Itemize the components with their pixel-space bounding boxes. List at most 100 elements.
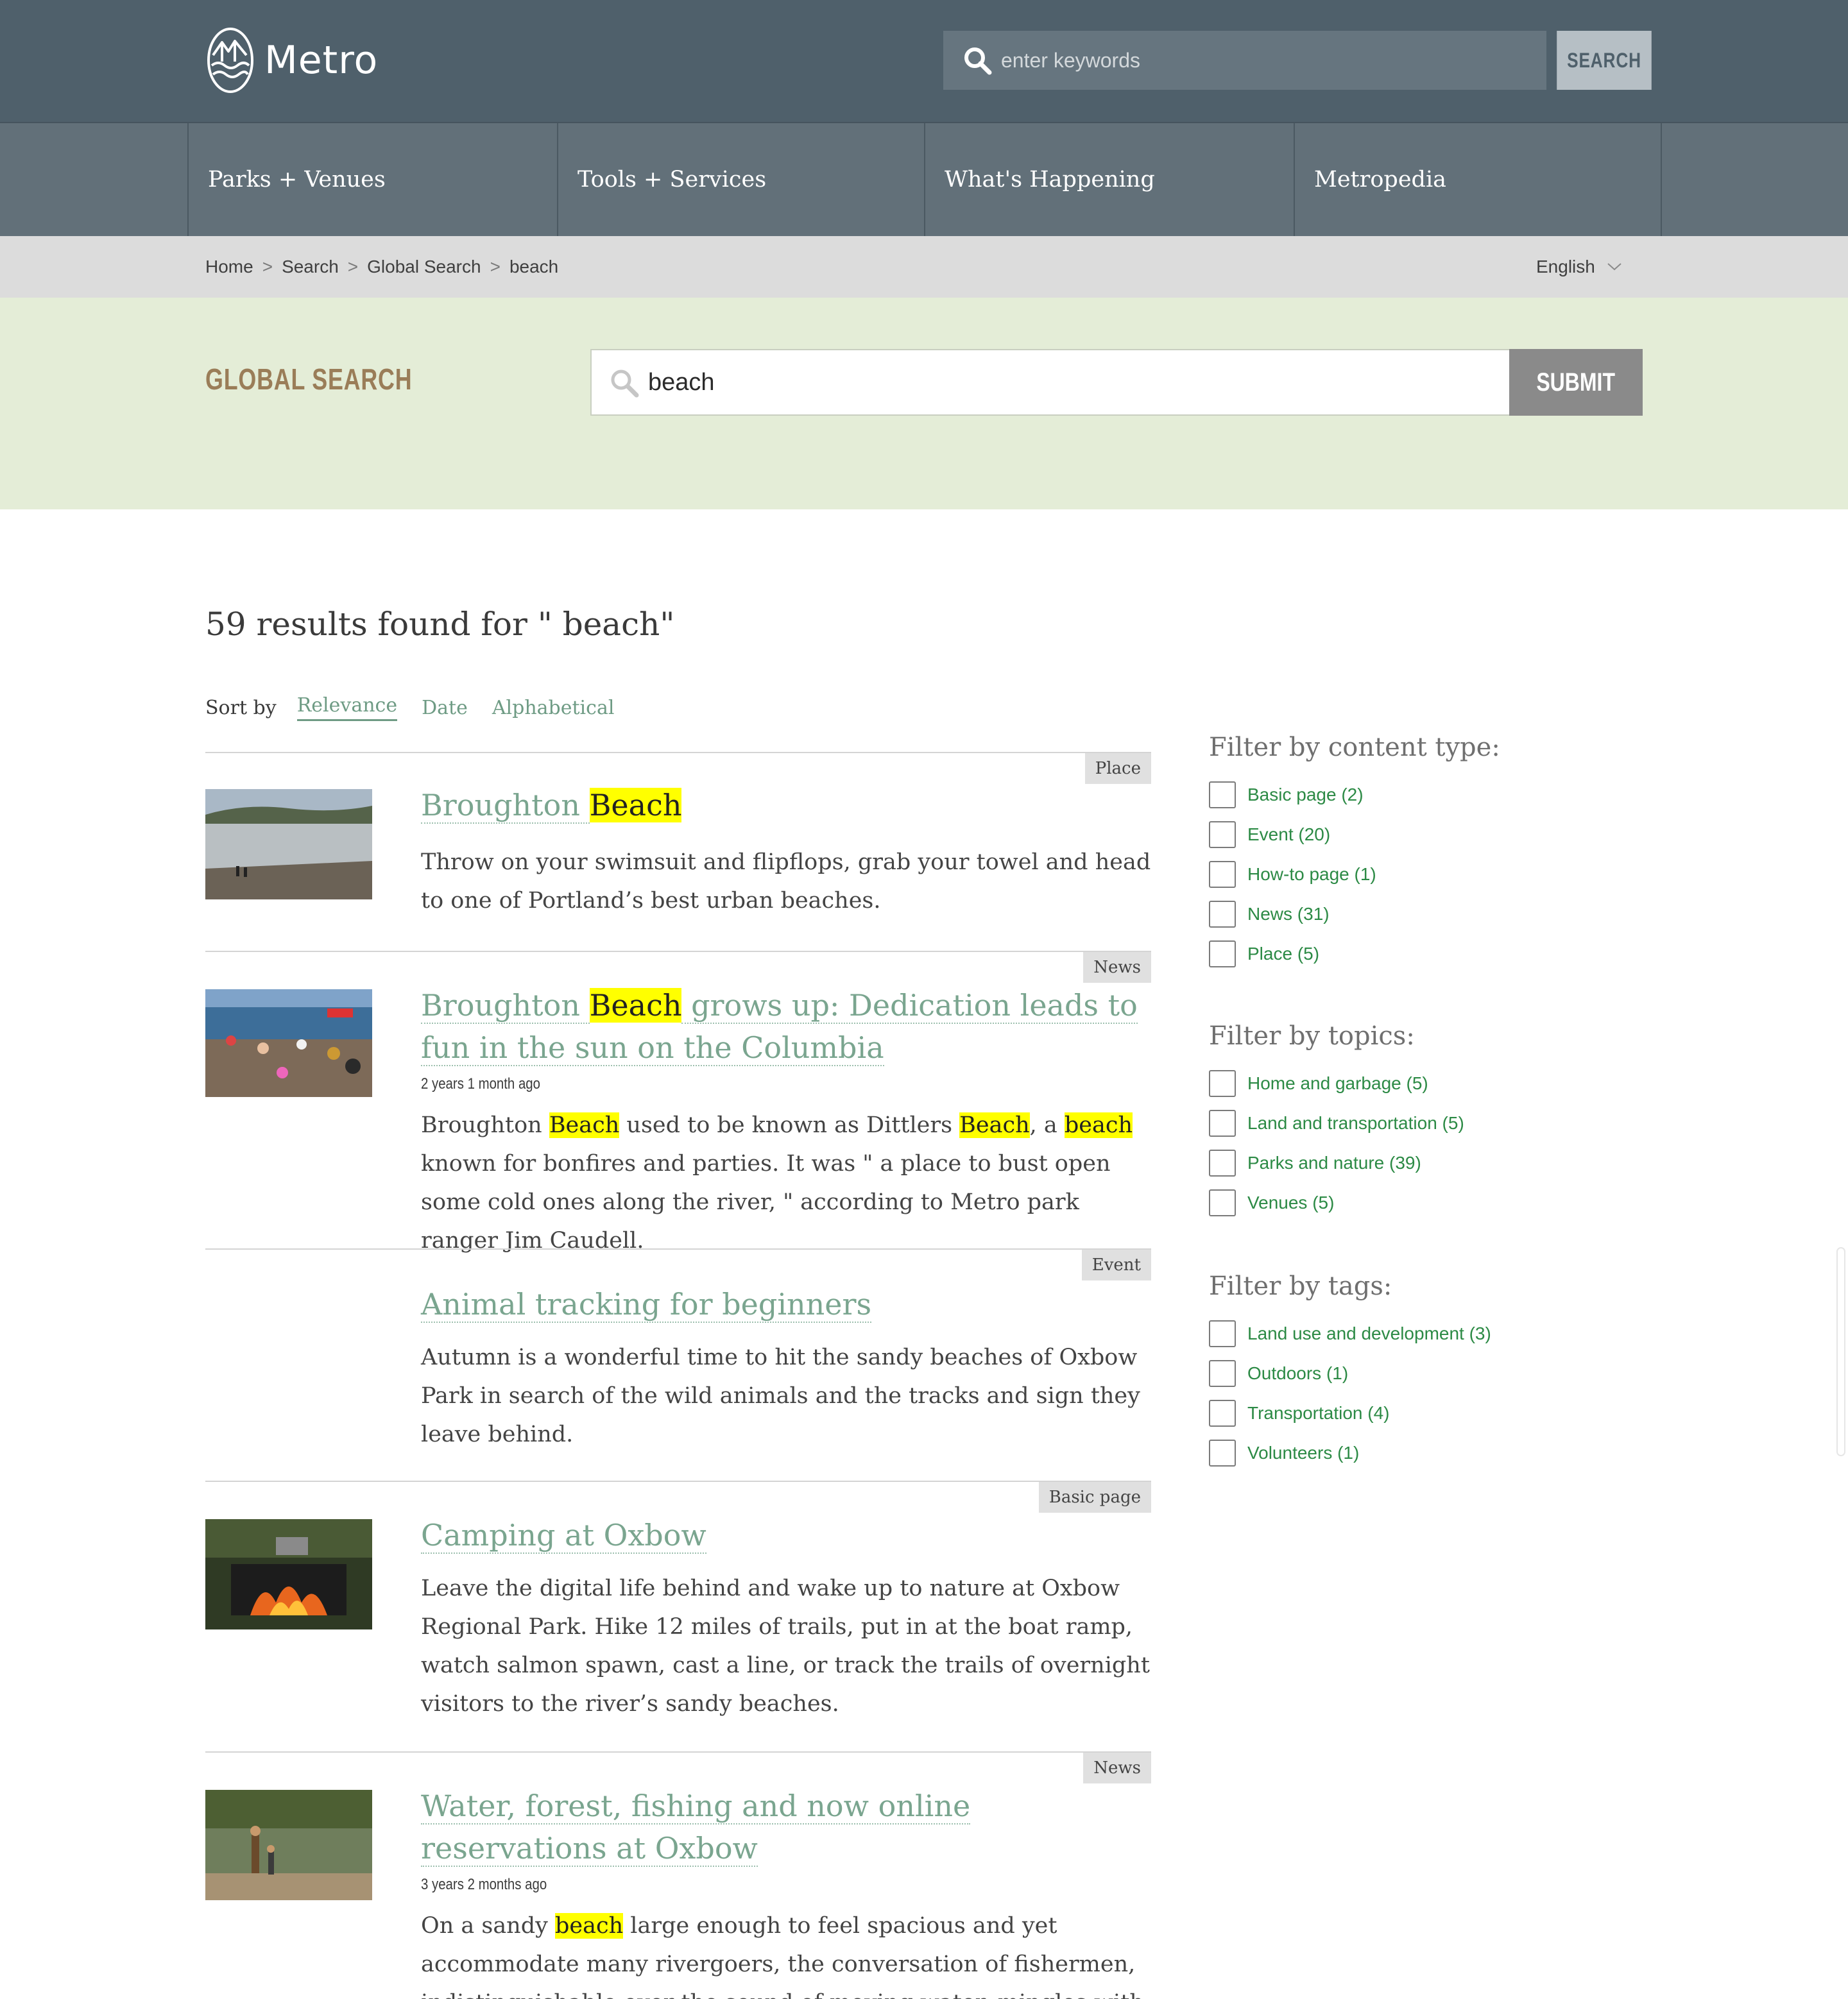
result-thumbnail[interactable] bbox=[205, 989, 372, 1097]
global-search-panel: GLOBAL SEARCH SUBMIT bbox=[0, 298, 1848, 509]
filter-label: News (31) bbox=[1247, 904, 1330, 924]
global-search-field[interactable] bbox=[590, 349, 1510, 416]
search-highlight: Beach bbox=[959, 1112, 1030, 1138]
result-date: 2 years 1 month ago bbox=[421, 1075, 540, 1093]
scrollbar[interactable] bbox=[1836, 1247, 1845, 1456]
sort-alphabetical[interactable]: Alphabetical bbox=[492, 697, 615, 719]
filter-venues[interactable]: Venues (5) bbox=[1209, 1189, 1334, 1216]
result-title-text: Camping at Oxbow bbox=[421, 1518, 706, 1554]
submit-button[interactable]: SUBMIT bbox=[1509, 349, 1643, 416]
checkbox[interactable] bbox=[1209, 1189, 1236, 1216]
breadcrumb-search[interactable]: Search bbox=[282, 257, 339, 277]
result-title[interactable]: Broughton Beach bbox=[421, 784, 1146, 826]
nav-item-whats-happening[interactable]: What's Happening bbox=[924, 123, 1294, 236]
search-highlight: Beach bbox=[589, 788, 682, 822]
breadcrumb: Home > Search > Global Search > beach bbox=[205, 236, 558, 298]
result-title-text: Water, forest, fishing and now online re… bbox=[421, 1789, 971, 1867]
checkbox[interactable] bbox=[1209, 821, 1236, 848]
content-type-badge: News bbox=[1083, 952, 1151, 983]
breadcrumb-global-search[interactable]: Global Search bbox=[367, 257, 481, 277]
sort-label: Sort by bbox=[205, 696, 277, 719]
site-header: Metro SEARCH bbox=[0, 0, 1848, 122]
checkbox[interactable] bbox=[1209, 1110, 1236, 1137]
filter-tags-heading: Filter by tags: bbox=[1209, 1272, 1392, 1301]
main-navigation: Parks + Venues Tools + Services What's H… bbox=[0, 122, 1848, 236]
result-item: Basic page Camping at Oxbow Leave the di… bbox=[205, 1481, 1151, 1751]
result-description: On a sandy beach large enough to feel sp… bbox=[421, 1907, 1152, 1999]
global-search-input[interactable] bbox=[648, 368, 1482, 396]
sort-controls: Sort by Relevance Date Alphabetical bbox=[205, 694, 638, 721]
checkbox[interactable] bbox=[1209, 1150, 1236, 1177]
filter-transportation[interactable]: Transportation (4) bbox=[1209, 1400, 1390, 1427]
filter-place[interactable]: Place (5) bbox=[1209, 940, 1319, 967]
filter-land-use[interactable]: Land use and development (3) bbox=[1209, 1320, 1491, 1347]
checkbox[interactable] bbox=[1209, 861, 1236, 888]
result-title[interactable]: Water, forest, fishing and now online re… bbox=[421, 1785, 1146, 1869]
result-description: Leave the digital life behind and wake u… bbox=[421, 1576, 1150, 1717]
submit-button-label: SUBMIT bbox=[1536, 368, 1616, 396]
breadcrumb-home[interactable]: Home bbox=[205, 257, 253, 277]
nav-item-label: Metropedia bbox=[1314, 167, 1447, 192]
nav-item-label: What's Happening bbox=[945, 167, 1155, 192]
result-thumbnail[interactable] bbox=[205, 789, 372, 899]
filter-label: Parks and nature (39) bbox=[1247, 1153, 1421, 1173]
filter-label: How-to page (1) bbox=[1247, 864, 1376, 884]
sort-relevance[interactable]: Relevance bbox=[296, 694, 398, 721]
search-highlight: beach bbox=[555, 1913, 624, 1939]
language-selector[interactable]: English bbox=[1536, 236, 1622, 298]
checkbox[interactable] bbox=[1209, 1320, 1236, 1347]
header-search-button[interactable]: SEARCH bbox=[1557, 31, 1652, 90]
sort-date[interactable]: Date bbox=[422, 697, 468, 719]
filter-basic-page[interactable]: Basic page (2) bbox=[1209, 781, 1364, 808]
result-description: Broughton Beach used to be known as Ditt… bbox=[421, 1106, 1152, 1260]
logo-text: Metro bbox=[264, 38, 379, 83]
chevron-down-icon bbox=[1607, 263, 1621, 271]
content-type-badge: Event bbox=[1081, 1250, 1151, 1281]
result-title[interactable]: Camping at Oxbow bbox=[421, 1514, 1146, 1556]
description-text: Broughton bbox=[421, 1112, 549, 1138]
content-type-badge: Place bbox=[1084, 753, 1151, 785]
checkbox[interactable] bbox=[1209, 940, 1236, 967]
site-logo[interactable]: Metro bbox=[207, 27, 378, 94]
filter-land-transportation[interactable]: Land and transportation (5) bbox=[1209, 1110, 1464, 1137]
filter-event[interactable]: Event (20) bbox=[1209, 821, 1330, 848]
nav-item-label: Parks + Venues bbox=[208, 167, 386, 192]
nav-item-tools-services[interactable]: Tools + Services bbox=[557, 123, 927, 236]
nav-item-label: Tools + Services bbox=[578, 167, 767, 192]
nav-item-metropedia[interactable]: Metropedia bbox=[1294, 123, 1662, 236]
result-description: Throw on your swimsuit and flipflops, gr… bbox=[421, 849, 1151, 914]
result-thumbnail[interactable] bbox=[205, 1790, 372, 1900]
checkbox[interactable] bbox=[1209, 1070, 1236, 1097]
result-thumbnail[interactable] bbox=[205, 1519, 372, 1629]
filter-parks-nature[interactable]: Parks and nature (39) bbox=[1209, 1150, 1421, 1177]
search-icon bbox=[611, 370, 639, 398]
breadcrumb-separator: > bbox=[347, 257, 359, 276]
checkbox[interactable] bbox=[1209, 781, 1236, 808]
result-item: Place Broughton Beach Throw on your swim… bbox=[205, 752, 1151, 951]
filter-label: Home and garbage (5) bbox=[1247, 1073, 1428, 1093]
header-search-field[interactable] bbox=[943, 31, 1546, 90]
breadcrumb-separator: > bbox=[262, 257, 273, 276]
filter-outdoors[interactable]: Outdoors (1) bbox=[1209, 1360, 1348, 1387]
filter-label: Outdoors (1) bbox=[1247, 1363, 1349, 1383]
filter-news[interactable]: News (31) bbox=[1209, 901, 1330, 928]
filter-label: Volunteers (1) bbox=[1247, 1443, 1360, 1463]
checkbox[interactable] bbox=[1209, 1360, 1236, 1387]
checkbox[interactable] bbox=[1209, 1440, 1236, 1467]
global-search-title: GLOBAL SEARCH bbox=[205, 362, 413, 396]
description-text: , a bbox=[1029, 1112, 1065, 1138]
checkbox[interactable] bbox=[1209, 901, 1236, 928]
checkbox[interactable] bbox=[1209, 1400, 1236, 1427]
header-search-input[interactable] bbox=[1001, 48, 1527, 72]
filter-volunteers[interactable]: Volunteers (1) bbox=[1209, 1440, 1359, 1467]
result-title[interactable]: Broughton Beach grows up: Dedication lea… bbox=[421, 984, 1146, 1069]
description-text: used to be known as Dittlers bbox=[619, 1112, 960, 1138]
filter-label: Basic page (2) bbox=[1247, 785, 1364, 804]
nav-item-parks-venues[interactable]: Parks + Venues bbox=[187, 123, 557, 236]
result-item: News Broughton Beach grows up: Dedicatio… bbox=[205, 951, 1151, 1254]
results-count: 59 results found for " beach" bbox=[205, 606, 675, 643]
filter-how-to-page[interactable]: How-to page (1) bbox=[1209, 861, 1376, 888]
filter-home-garbage[interactable]: Home and garbage (5) bbox=[1209, 1070, 1428, 1097]
result-title-text: Broughton bbox=[421, 988, 590, 1024]
result-title[interactable]: Animal tracking for beginners bbox=[421, 1283, 1146, 1325]
